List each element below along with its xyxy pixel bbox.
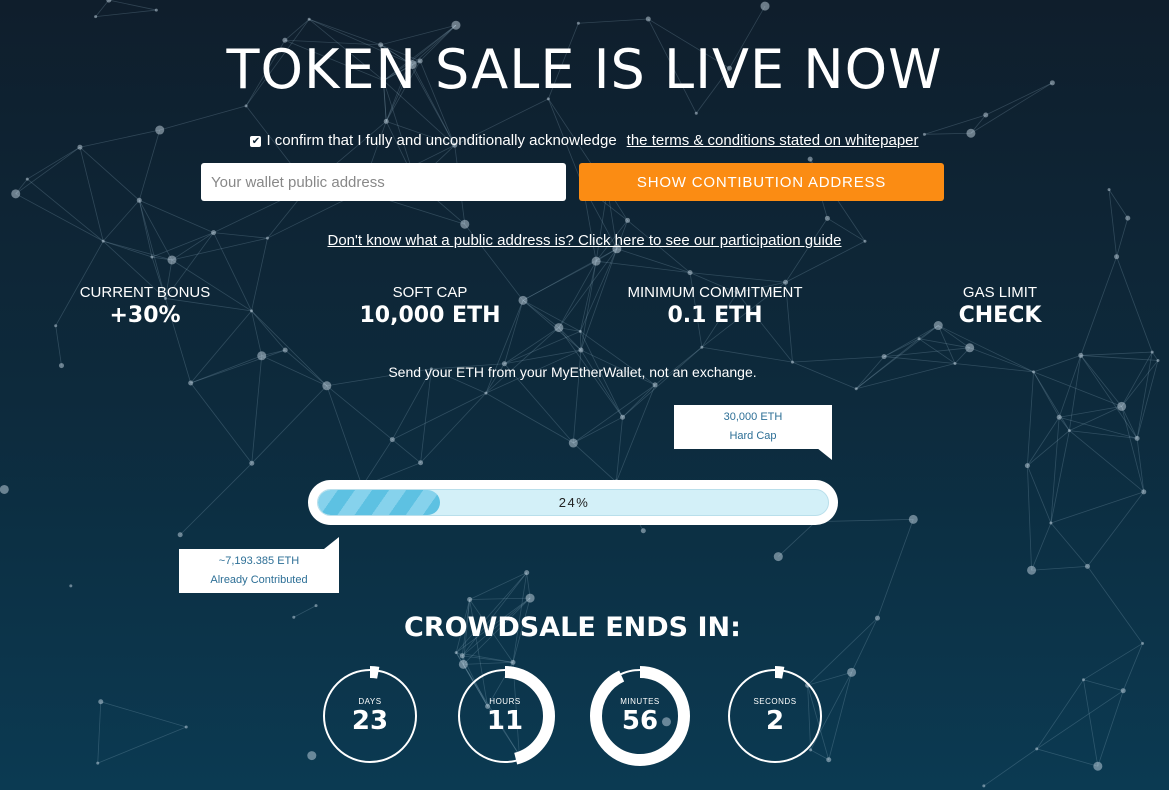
stat-label: CURRENT BONUS: [79, 284, 211, 301]
stat-value: +30%: [109, 303, 181, 328]
days-value: 23: [351, 706, 389, 736]
hours-value: 11: [486, 706, 524, 736]
contributed-amount: ~7,193.385 ETH: [218, 555, 300, 567]
days-label: DAYS: [358, 697, 382, 706]
stat-gas-limit: GAS LIMIT CHECK: [880, 284, 1120, 328]
countdown-seconds: SECONDS 2: [725, 666, 825, 766]
hard-cap-label: Hard Cap: [729, 430, 777, 442]
stat-value: 0.1 ETH: [667, 303, 763, 328]
contributed-bubble-tail: [324, 537, 339, 549]
page-title: TOKEN SALE IS LIVE NOW: [226, 38, 943, 101]
hard-cap-bubble: 30,000 ETH Hard Cap: [674, 405, 832, 449]
progress-track: 24%: [317, 489, 829, 516]
stat-value: 10,000 ETH: [359, 303, 501, 328]
countdown-hours: HOURS 11: [455, 666, 555, 766]
confirm-checkbox[interactable]: ✔: [250, 136, 262, 147]
contributed-label: Already Contributed: [210, 574, 308, 586]
background-network: [0, 0, 1160, 788]
send-note: Send your ETH from your MyEtherWallet, n…: [388, 364, 757, 380]
seconds-label: SECONDS: [753, 697, 797, 706]
terms-link[interactable]: the terms & conditions stated on whitepa…: [627, 132, 919, 149]
show-contribution-address-button[interactable]: SHOW CONTIBUTION ADDRESS: [579, 163, 944, 201]
stat-minimum-commitment: MINIMUM COMMITMENT 0.1 ETH: [595, 284, 835, 328]
stat-soft-cap: SOFT CAP 10,000 ETH: [310, 284, 550, 328]
stat-label: MINIMUM COMMITMENT: [627, 284, 803, 301]
contributed-bubble: ~7,193.385 ETH Already Contributed: [179, 549, 339, 593]
countdown-minutes: MINUTES 56: [590, 666, 690, 766]
stat-label: SOFT CAP: [392, 284, 468, 301]
stat-value[interactable]: CHECK: [880, 303, 1120, 328]
stat-current-bonus: CURRENT BONUS +30%: [25, 284, 265, 328]
countdown-days: DAYS 23: [320, 666, 420, 766]
wallet-address-input[interactable]: [201, 163, 566, 201]
minutes-value: 56: [621, 706, 659, 736]
minutes-label: MINUTES: [620, 697, 660, 706]
confirm-text: I confirm that I fully and unconditional…: [266, 132, 617, 149]
stat-label: GAS LIMIT: [962, 284, 1038, 301]
sale-progress-bar: 24%: [308, 480, 838, 525]
hours-label: HOURS: [489, 697, 521, 706]
seconds-value: 2: [765, 706, 785, 736]
confirm-row: ✔ I confirm that I fully and unconditiona…: [0, 132, 1169, 149]
participation-guide-link[interactable]: Don't know what a public address is? Cli…: [0, 232, 1169, 249]
hard-cap-bubble-tail: [817, 448, 832, 460]
countdown-title: CROWDSALE ENDS IN:: [404, 612, 741, 643]
hard-cap-amount: 30,000 ETH: [723, 411, 783, 423]
progress-percent: 24%: [558, 495, 590, 510]
